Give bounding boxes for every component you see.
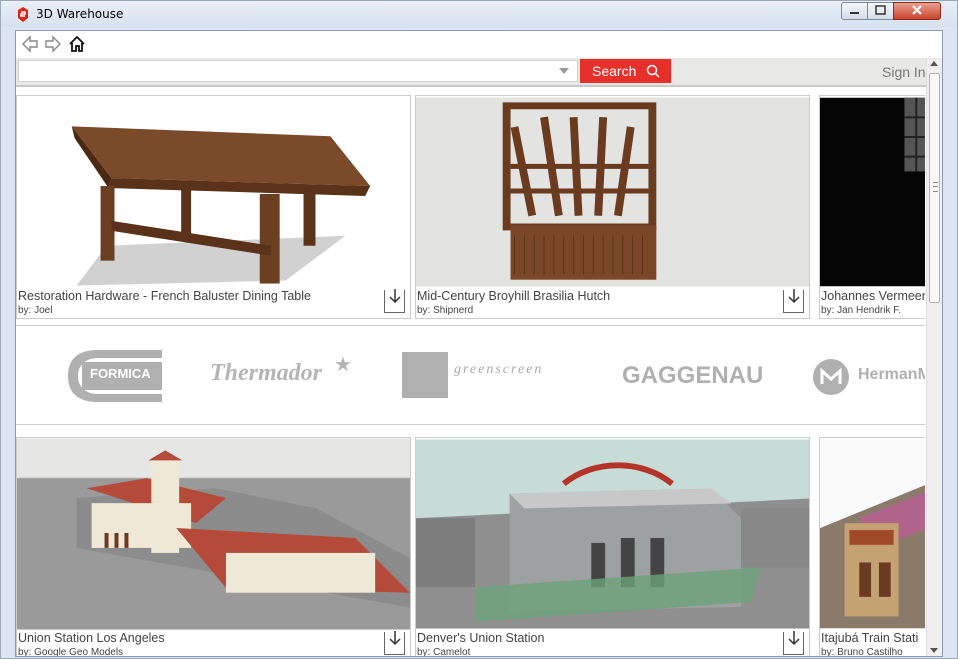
model-gallery: Restoration Hardware - French Baluster D…	[16, 89, 925, 656]
model-card[interactable]: Mid-Century Broyhill Brasilia Hutch by: …	[415, 95, 810, 319]
brand-name: FORMICA	[90, 366, 151, 381]
vertical-scrollbar[interactable]	[926, 59, 942, 656]
title-bar[interactable]: 3D Warehouse	[1, 1, 957, 27]
download-icon	[788, 631, 800, 646]
brand-logo-gaggenau[interactable]: GAGGENAU	[622, 362, 763, 390]
brand-name: greenscreen	[454, 362, 544, 377]
model-thumbnail	[17, 96, 410, 288]
greenscreen-logo-icon	[402, 352, 448, 398]
model-name[interactable]: Restoration Hardware - French Baluster D…	[18, 289, 311, 303]
window-title: 3D Warehouse	[36, 7, 124, 21]
download-button[interactable]	[384, 289, 405, 313]
search-input[interactable]	[18, 60, 578, 82]
model-thumbnail	[820, 439, 925, 629]
model-name[interactable]: Union Station Los Angeles	[18, 631, 165, 645]
model-name[interactable]: Denver's Union Station	[417, 631, 544, 645]
model-card[interactable]: Denver's Union Station by: Camelot	[415, 437, 810, 656]
model-thumbnail	[416, 97, 809, 287]
brand-logo-formica[interactable]: FORMICA	[68, 350, 162, 407]
app-window: 3D Warehouse Search Sign In Restoration …	[0, 0, 958, 659]
close-icon	[912, 5, 922, 15]
model-card[interactable]: Johannes Vermeer by: Jan Hendrik F.	[819, 95, 925, 319]
brand-name: GAGGENAU	[622, 362, 764, 389]
model-thumbnail	[17, 438, 410, 630]
download-button[interactable]	[783, 631, 804, 655]
model-card[interactable]: Itajubá Train Stati by: Bruno Castilho	[819, 437, 925, 656]
download-icon	[788, 289, 800, 304]
brand-logo-thermador[interactable]: Thermador ★	[210, 354, 352, 387]
model-author[interactable]: by: Joel	[18, 305, 52, 316]
model-name[interactable]: Johannes Vermeer	[821, 289, 925, 303]
search-button-label: Search	[592, 63, 637, 79]
download-icon	[389, 289, 401, 304]
download-button[interactable]	[783, 289, 804, 313]
browser-panel: Search Sign In Restoration Hardware - Fr…	[15, 30, 943, 657]
download-button[interactable]	[384, 631, 405, 655]
maximize-icon	[875, 5, 886, 15]
model-thumbnail	[416, 439, 809, 629]
home-icon[interactable]	[68, 35, 86, 53]
maximize-button[interactable]	[867, 2, 894, 20]
model-author[interactable]: by: Shipnerd	[417, 305, 473, 316]
search-icon	[646, 64, 660, 78]
forward-arrow-icon[interactable]	[44, 35, 62, 53]
brand-name: HermanM	[858, 366, 925, 383]
navigation-bar	[16, 31, 942, 57]
model-name[interactable]: Mid-Century Broyhill Brasilia Hutch	[417, 289, 610, 303]
chevron-down-icon[interactable]	[559, 68, 569, 74]
minimize-button[interactable]	[841, 2, 868, 20]
grip-icon	[933, 182, 938, 192]
brand-logo-hermanmiller[interactable]: HermanM	[812, 358, 925, 401]
brand-name: Thermador	[210, 360, 323, 386]
sketchup-logo-icon	[18, 7, 28, 22]
search-bar: Search Sign In	[16, 58, 942, 87]
model-card[interactable]: Union Station Los Angeles by: Google Geo…	[16, 437, 411, 656]
model-author[interactable]: by: Camelot	[417, 647, 470, 656]
model-thumbnail	[820, 97, 925, 287]
back-arrow-icon[interactable]	[21, 35, 39, 53]
model-card[interactable]: Restoration Hardware - French Baluster D…	[16, 95, 411, 319]
download-icon	[389, 631, 401, 646]
scroll-up-icon[interactable]	[930, 61, 938, 66]
model-author[interactable]: by: Bruno Castilho	[821, 647, 903, 656]
star-icon: ★	[334, 354, 352, 376]
minimize-icon	[850, 12, 859, 14]
scroll-down-icon[interactable]	[930, 648, 938, 653]
model-author[interactable]: by: Google Geo Models	[18, 647, 123, 656]
model-author[interactable]: by: Jan Hendrik F.	[821, 305, 901, 316]
scroll-thumb[interactable]	[929, 73, 940, 303]
sign-in-link[interactable]: Sign In	[882, 64, 926, 80]
brand-strip: FORMICA Thermador ★ greenscreen GAGGENAU…	[16, 325, 925, 425]
search-button[interactable]: Search	[580, 59, 671, 83]
model-name[interactable]: Itajubá Train Stati	[821, 631, 918, 645]
herman-miller-logo-icon	[813, 359, 849, 395]
close-button[interactable]	[893, 2, 941, 20]
